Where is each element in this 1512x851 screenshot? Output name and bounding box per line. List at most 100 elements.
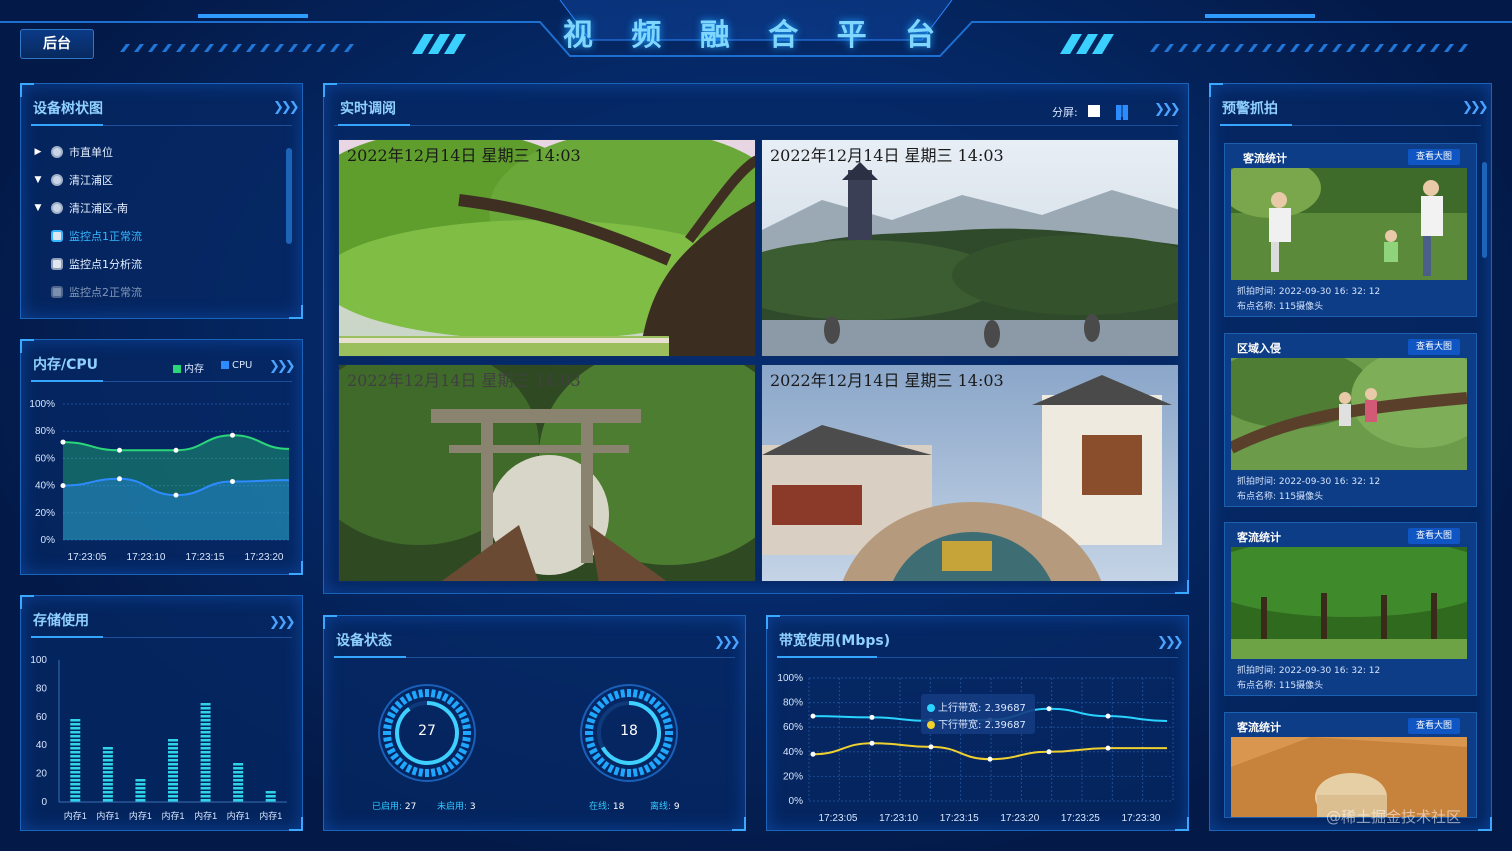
ring-tick <box>632 768 638 777</box>
title-underline <box>1220 124 1292 126</box>
title-underline <box>338 124 410 126</box>
legend-swatch <box>221 361 229 369</box>
view-large-button[interactable]: 查看大图 <box>1408 339 1460 355</box>
ring-tick <box>386 747 396 755</box>
bar-segment <box>265 791 276 794</box>
bar-segment <box>200 707 211 710</box>
bar-segment <box>233 767 244 770</box>
bar-segment <box>135 779 146 782</box>
video-feed-1[interactable]: 2022年12月14日 星期三 14:03 <box>338 139 756 357</box>
view-large-button[interactable]: 查看大图 <box>1408 528 1460 544</box>
split-single-button[interactable] <box>1088 105 1100 117</box>
bar-segment <box>200 767 211 770</box>
y-tick-label: 20 <box>36 769 48 780</box>
bar-segment <box>168 747 178 750</box>
panel-title: 存储使用 <box>33 613 89 629</box>
y-tick-label: 80% <box>35 426 55 437</box>
ring-tick <box>648 696 657 706</box>
snapshot-image[interactable] <box>1231 358 1467 470</box>
snapshot-image[interactable] <box>1231 737 1467 817</box>
bar <box>102 747 113 802</box>
ring-tick <box>390 752 400 761</box>
bar-segment <box>70 795 81 798</box>
tree-item-label: 清江浦区-南 <box>69 202 128 215</box>
snapshot-desert-temple <box>1231 737 1467 817</box>
chevron-right-icon[interactable]: ❯❯❯ <box>273 100 300 115</box>
view-large-button[interactable]: 查看大图 <box>1408 149 1460 165</box>
device-tree-panel: 设备树状图 ❯❯❯ ▶ 市直单位 ▼ 清江浦区 ▼ 清江浦区-南 监控点1正常流… <box>20 83 303 319</box>
ring-tick <box>430 689 436 698</box>
snapshot-image[interactable] <box>1231 547 1467 659</box>
video-feed-2[interactable]: 2022年12月14日 星期三 14:03 <box>761 139 1179 357</box>
bar <box>70 719 81 802</box>
scrollbar[interactable] <box>286 148 292 244</box>
tree-item-2[interactable]: ▼ 清江浦区-南 <box>31 196 128 220</box>
tree-item-5[interactable]: 监控点2正常流 <box>51 280 142 304</box>
bar-segment <box>200 775 211 778</box>
data-point <box>810 751 816 757</box>
chevron-right-icon[interactable]: ❯❯❯ <box>1154 102 1181 117</box>
video-timestamp: 2022年12月14日 星期三 14:03 <box>347 146 581 165</box>
y-tick-label: 40 <box>36 740 48 751</box>
bar-segment <box>200 743 211 746</box>
bar <box>200 703 211 802</box>
view-large-button[interactable]: 查看大图 <box>1408 718 1460 734</box>
data-point <box>1046 749 1052 755</box>
ring-tick <box>662 717 672 724</box>
bar-segment <box>233 771 244 774</box>
bar-segment <box>102 755 113 758</box>
tree-item-0[interactable]: ▶ 市直单位 <box>31 140 113 164</box>
chevron-right-icon[interactable]: ❯❯❯ <box>714 635 741 650</box>
video-feed-4[interactable]: 2022年12月14日 星期三 14:03 <box>761 364 1179 582</box>
camera-icon <box>51 286 63 298</box>
collapse-icon[interactable]: ▼ <box>31 175 45 185</box>
bar-segment <box>102 763 113 766</box>
tree-item-1[interactable]: ▼ 清江浦区 <box>31 168 113 192</box>
legend-swatch <box>927 721 935 729</box>
video-feed-3[interactable]: 2022年12月14日 星期三 14:03 <box>338 364 756 582</box>
ring-tick <box>632 689 638 698</box>
ring-tick <box>596 700 605 709</box>
enabled-stat: 已启用: 27 <box>372 799 416 812</box>
back-button[interactable]: 后台 <box>20 29 94 59</box>
title-underline <box>31 380 103 382</box>
alert-title: 客流统计 <box>1237 721 1281 734</box>
chevron-right-icon[interactable]: ❯❯❯ <box>1462 100 1489 115</box>
ring-tick <box>458 711 468 719</box>
bar-segment <box>200 735 211 738</box>
chevron-right-icon[interactable]: ❯❯❯ <box>269 615 296 630</box>
snapshot-image[interactable] <box>1231 168 1467 280</box>
bar-segment <box>168 783 178 786</box>
panel-title: 实时调阅 <box>340 101 396 117</box>
chevron-right-icon[interactable]: ❯❯❯ <box>269 359 296 374</box>
ring-tick <box>660 747 670 755</box>
bandwidth-tooltip: 上行带宽: 2.39687 下行带宽: 2.39687 <box>921 694 1035 734</box>
bar-segment <box>135 795 146 798</box>
tree-item-3[interactable]: 监控点1正常流 <box>51 224 142 248</box>
scrollbar[interactable] <box>1482 162 1487 258</box>
legend-swatch <box>927 704 935 712</box>
bar-segment <box>200 755 211 758</box>
location-icon <box>51 146 63 158</box>
ring-tick <box>643 764 651 774</box>
ring-tick <box>451 700 460 709</box>
bar-segment <box>200 711 211 714</box>
split-quad-button[interactable] <box>1116 105 1128 120</box>
bar-segment <box>200 739 211 742</box>
tooltip-value: 2.39687 <box>984 703 1026 714</box>
legend-swatch <box>173 365 181 373</box>
chevron-right-icon[interactable]: ❯❯❯ <box>1157 635 1184 650</box>
expand-icon[interactable]: ▶ <box>31 147 45 157</box>
tooltip-label: 下行带宽: <box>938 720 982 731</box>
bar-segment <box>135 787 146 790</box>
legend-cpu: CPU <box>221 360 252 371</box>
data-point <box>117 447 122 453</box>
ring-tick <box>386 711 396 719</box>
collapse-icon[interactable]: ▼ <box>31 203 45 213</box>
bar-segment <box>168 767 178 770</box>
bar-segment <box>168 755 178 758</box>
legend-label: 内存 <box>184 364 204 375</box>
memcpu-panel: 内存/CPU 内存 CPU ❯❯❯ 100% 80% 60% 40% 20% 0% 17:2… <box>20 339 303 575</box>
tree-item-4[interactable]: 监控点1分析流 <box>51 252 142 276</box>
divider <box>334 125 1178 126</box>
